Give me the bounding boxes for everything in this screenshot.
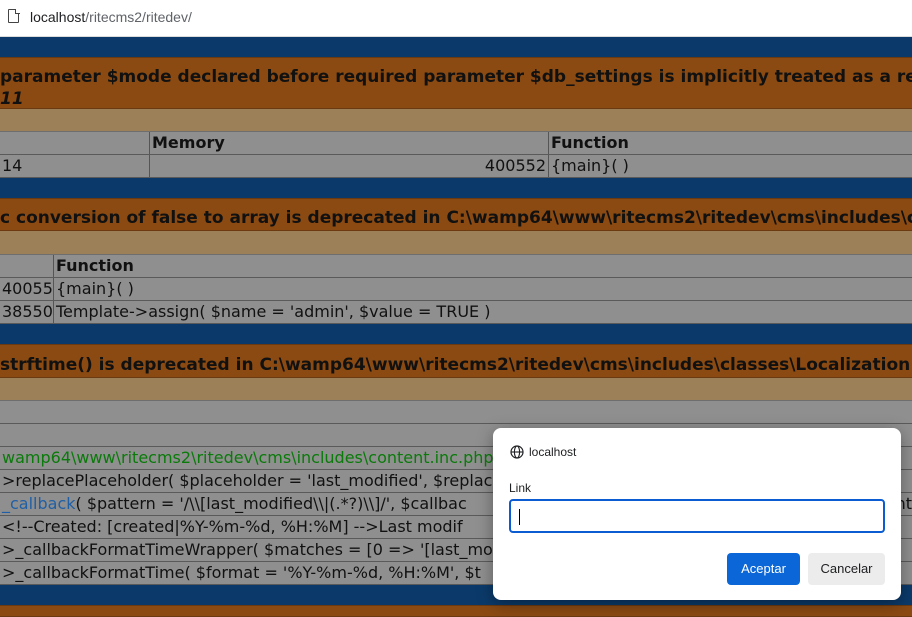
callstack-header-row: Memory Function: [0, 132, 912, 155]
text-caret: [519, 509, 520, 525]
error-header-bar: [0, 37, 912, 57]
callstack-title-row: [0, 378, 912, 401]
row-col0: 14: [2, 156, 23, 175]
prompt-dialog: localhost Link Aceptar Cancelar: [493, 428, 901, 600]
error-header-bar: [0, 178, 912, 198]
error-message-3: strftime() is deprecated in C:\wamp64\ww…: [0, 344, 912, 378]
error-header-bar: [0, 324, 912, 344]
cancel-button[interactable]: Cancelar: [808, 553, 885, 585]
header-function: Function: [53, 255, 912, 277]
callstack-header-row: Function: [0, 255, 912, 278]
row-function: {main}( ): [548, 155, 912, 177]
error-message-3-line1: strftime() is deprecated in C:\wamp64\ww…: [0, 355, 912, 375]
header-function: Function: [548, 132, 912, 154]
error-message-2: c conversion of false to array is deprec…: [0, 198, 912, 231]
row-function: Template->assign( $name = 'admin', $valu…: [53, 301, 912, 323]
link-field-label: Link: [509, 481, 532, 495]
header-memory: Memory: [149, 132, 548, 154]
error-message-1-line2: 11: [0, 89, 24, 109]
url-path: /ritecms2/ritedev/: [85, 9, 192, 25]
link-input[interactable]: [509, 499, 885, 533]
error-message-4: [0, 605, 912, 617]
page-info-icon[interactable]: [8, 8, 20, 23]
dialog-origin: localhost: [529, 445, 577, 459]
row-memory: 400552: [2, 279, 53, 298]
row-function: {main}( ): [53, 278, 912, 300]
table-row: 400552 {main}( ): [0, 278, 912, 301]
accept-button[interactable]: Aceptar: [727, 553, 800, 585]
table-row: 14 400552 {main}( ): [0, 155, 912, 178]
callstack-title-row: [0, 231, 912, 255]
url-text[interactable]: localhost/ritecms2/ritedev/: [30, 9, 192, 25]
callstack-header-row: [0, 401, 912, 424]
table-row: 385504 Template->assign( $name = 'admin'…: [0, 301, 912, 324]
globe-icon: [510, 445, 524, 459]
error-message-2-line1: c conversion of false to array is deprec…: [0, 208, 912, 228]
callstack-title-row: [0, 109, 912, 132]
row-memory: 385504: [2, 302, 53, 321]
function-args: ( $pattern = '/\\[last_modified\\|(.*?)\…: [75, 494, 467, 513]
address-bar[interactable]: localhost/ritecms2/ritedev/: [0, 0, 912, 37]
function-link[interactable]: _callback: [2, 494, 76, 513]
error-message-1: parameter $mode declared before required…: [0, 57, 912, 109]
url-host: localhost: [30, 9, 86, 25]
error-message-1-line1: parameter $mode declared before required…: [0, 67, 912, 87]
row-memory: 400552: [149, 155, 548, 177]
